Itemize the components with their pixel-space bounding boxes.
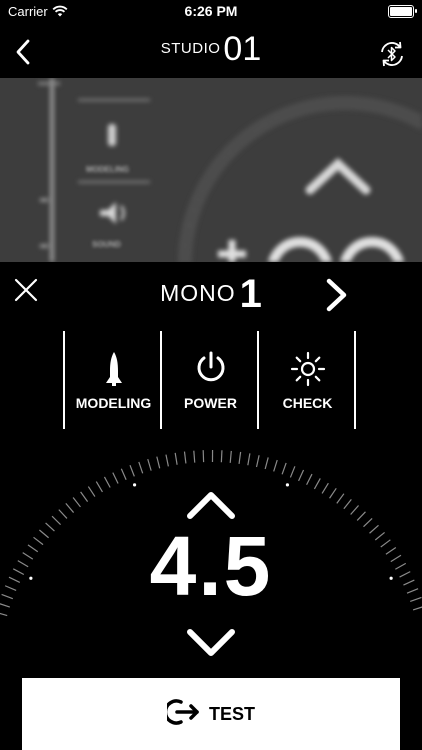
test-label: TEST [208,703,255,724]
dial-tick [336,493,345,504]
light-name: MONO [160,280,236,306]
dial-tick [138,461,144,474]
power-icon [162,351,259,387]
next-light-chevron-icon[interactable] [326,278,348,317]
dial-tick [183,451,187,464]
dial-tick [329,487,337,499]
dial-tick [281,462,287,475]
dial-tick [120,468,127,480]
dial-tick [229,450,232,463]
dial-tick [306,473,313,486]
power-label: POWER [184,395,237,411]
dial-tick [65,503,75,513]
modeling-lamp-icon [65,351,162,387]
power-value: 4.5 [149,519,273,613]
dial-tick [58,509,68,519]
dial-marker-dot [285,483,290,487]
dial-tick [343,499,352,510]
dial-tick [147,458,152,471]
dial-tick [174,452,178,465]
bg-modeling-label: MODELING [86,165,130,174]
dial-tick [321,482,329,494]
check-button[interactable]: CHECK [259,331,356,429]
modeling-button[interactable]: MODELING [65,331,162,429]
mode-buttons: MODELING POWER CHECK [63,331,356,429]
status-bar: Carrier 6:26 PM [0,0,422,24]
dial-tick [95,481,103,493]
page-title: STUDIO01 [0,30,422,69]
light-control-panel: MONO 1 MODELING POWER CHECK 4.5 TEST [0,262,422,750]
battery-icon [388,5,417,18]
studio-number: 01 [223,30,262,68]
dial-tick [356,511,366,521]
studio-label: STUDIO [160,40,221,57]
check-label: CHECK [282,395,333,411]
dial-tick [313,478,321,490]
nav-bar: STUDIO01 [0,24,422,78]
bluetooth-refresh-icon[interactable] [376,38,408,75]
dial-tick [255,455,260,468]
dial-tick [129,464,135,477]
dial-tick [238,451,242,464]
dial-marker-dot [132,483,137,487]
status-time: 6:26 PM [184,3,238,19]
power-button[interactable]: POWER [162,331,259,429]
test-button[interactable]: TEST [22,678,400,750]
dial-tick [103,476,111,488]
light-number: 1 [239,272,262,316]
dial-tick [193,450,196,463]
bg-sound-label: SOUND [92,240,121,249]
dial-tick [165,454,169,467]
dial-tick [264,457,269,470]
dial-tick [72,497,81,508]
sun-icon [259,351,356,387]
decrease-chevron-icon[interactable] [186,628,236,663]
dial-tick [247,453,251,466]
background-studio-view: MODELING SOUND [0,78,422,262]
modeling-label: MODELING [75,395,152,411]
light-title: MONO 1 [0,272,422,317]
dial-tick [298,469,305,482]
mode-divider [354,331,356,429]
dial-tick [289,466,296,478]
dial-tick [156,456,161,469]
dial-tick [220,450,223,463]
dial-tick [112,472,119,484]
exit-arrow-icon [163,697,201,732]
dial-tick [0,612,8,617]
dial-tick [87,486,96,497]
dial-tick [350,505,359,515]
dial-tick [80,491,89,502]
dial-tick [273,459,278,472]
